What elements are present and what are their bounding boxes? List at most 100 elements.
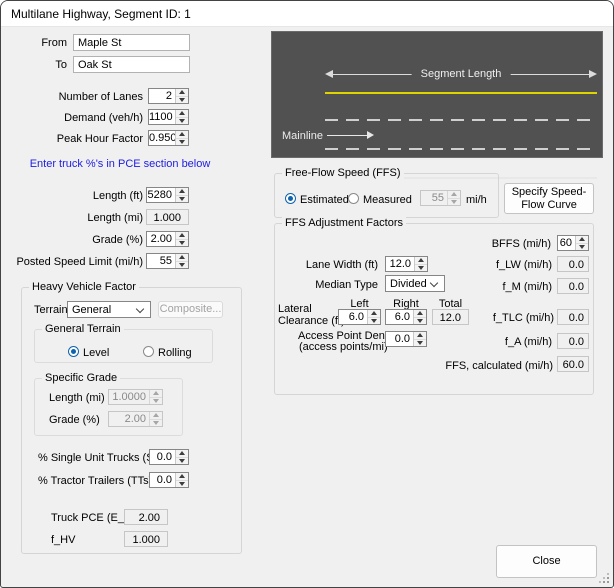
spinner-up-down-icon[interactable] xyxy=(413,310,426,324)
specific-grade-group: Specific Grade xyxy=(34,372,183,436)
lateral-left-spinner[interactable]: 6.0 xyxy=(338,309,381,325)
lanes-spinner[interactable]: 2 xyxy=(148,88,189,104)
median-type-value: Divided xyxy=(390,277,427,290)
composite-button[interactable]: Composite... xyxy=(158,301,223,318)
lateral-right-spinner[interactable]: 6.0 xyxy=(385,309,427,325)
fhv-field: 1.000 xyxy=(124,531,168,547)
phf-spinner[interactable]: 0.950 xyxy=(148,130,189,146)
title-bar: Multilane Highway, Segment ID: 1 xyxy=(1,1,613,27)
lane-line xyxy=(325,148,597,150)
phf-value: 0.950 xyxy=(149,132,175,144)
level-radio-label: Level xyxy=(83,347,110,359)
estimated-radio[interactable] xyxy=(285,193,296,204)
ffs-unit-label: mi/h xyxy=(466,194,487,206)
access-density-spinner[interactable]: 0.0 xyxy=(385,331,427,347)
tt-value: 0.0 xyxy=(156,474,172,486)
spinner-up-down-icon xyxy=(447,191,460,205)
median-type-label: Median Type xyxy=(315,279,378,291)
spinner-up-down-icon[interactable] xyxy=(175,89,188,103)
measured-radio[interactable] xyxy=(348,193,359,204)
truck-pce-field: 2.00 xyxy=(124,509,168,525)
grade-label: Grade (%) xyxy=(92,234,143,246)
posted-speed-spinner[interactable]: 55 xyxy=(146,253,189,269)
center-line xyxy=(325,92,597,94)
lane-line xyxy=(325,119,597,121)
rolling-radio-label: Rolling xyxy=(158,347,192,359)
length-ft-spinner[interactable]: 5280 xyxy=(146,187,189,203)
lateral-left-value: 6.0 xyxy=(348,311,364,323)
fa-field: 0.0 xyxy=(557,333,589,349)
sg-grade-value: 2.00 xyxy=(124,413,146,425)
ffs-adjustment-title: FFS Adjustment Factors xyxy=(282,217,406,230)
fa-label: f_A (mi/h) xyxy=(504,336,552,348)
rolling-radio[interactable] xyxy=(143,346,154,357)
close-button[interactable]: Close xyxy=(496,545,597,578)
multilane-highway-dialog: Multilane Highway, Segment ID: 1 From To… xyxy=(0,0,614,588)
to-field[interactable] xyxy=(73,56,190,73)
lane-width-label: Lane Width (ft) xyxy=(305,259,378,271)
ffs-group-title: Free-Flow Speed (FFS) xyxy=(282,167,404,180)
spinner-up-down-icon[interactable] xyxy=(367,310,380,324)
spinner-up-down-icon[interactable] xyxy=(175,450,188,464)
road-diagram: Segment Length Mainline xyxy=(271,31,603,179)
arrow-left-icon xyxy=(325,70,333,78)
sut-spinner[interactable]: 0.0 xyxy=(149,449,189,465)
ftlc-label: f_TLC (mi/h) xyxy=(492,312,554,324)
flw-field: 0.0 xyxy=(557,256,589,272)
spinner-up-down-icon[interactable] xyxy=(175,110,188,124)
length-ft-value: 5280 xyxy=(147,189,172,201)
lateral-right-value: 6.0 xyxy=(394,311,410,323)
terrain-select[interactable]: General xyxy=(67,301,151,318)
posted-speed-label: Posted Speed Limit (mi/h) xyxy=(16,256,143,268)
chevron-down-icon xyxy=(137,306,144,313)
spinner-up-down-icon[interactable] xyxy=(175,131,188,145)
access-density-value: 0.0 xyxy=(394,333,410,345)
terrain-label: Terrain xyxy=(34,304,68,316)
measured-speed-spinner: 55 xyxy=(420,190,461,206)
sut-value: 0.0 xyxy=(156,451,172,463)
lateral-clearance-label-line2: Clearance (ft) xyxy=(278,315,345,327)
ftlc-field: 0.0 xyxy=(557,309,589,325)
mainline-arrow-icon xyxy=(327,131,374,141)
tt-label: % Tractor Trailers (TTs) xyxy=(38,475,153,487)
arrow-right-icon xyxy=(589,70,597,78)
specify-speed-flow-button[interactable]: Specify Speed-Flow Curve xyxy=(504,183,594,214)
spinner-up-down-icon[interactable] xyxy=(575,236,588,250)
length-ft-label: Length (ft) xyxy=(92,190,143,202)
resize-grip-icon[interactable] xyxy=(600,574,610,584)
demand-label: Demand (veh/h) xyxy=(64,112,143,124)
spinner-up-down-icon[interactable] xyxy=(413,332,426,346)
demand-spinner[interactable]: 1100 xyxy=(148,109,189,125)
spinner-up-down-icon[interactable] xyxy=(175,473,188,487)
flw-label: f_LW (mi/h) xyxy=(495,259,552,271)
spinner-up-down-icon xyxy=(149,412,162,426)
bffs-spinner[interactable]: 60 xyxy=(557,235,589,251)
bffs-label: BFFS (mi/h) xyxy=(491,238,551,250)
lanes-label: Number of Lanes xyxy=(58,91,143,103)
sg-length-spinner: 1.0000 xyxy=(108,389,163,405)
grade-spinner[interactable]: 2.00 xyxy=(146,231,189,247)
spinner-up-down-icon[interactable] xyxy=(175,188,188,202)
lane-width-spinner[interactable]: 12.0 xyxy=(385,256,428,272)
from-field[interactable] xyxy=(73,34,190,51)
measured-radio-label: Measured xyxy=(363,194,412,206)
ffs-calculated-field: 60.0 xyxy=(557,356,589,372)
phf-label: Peak Hour Factor xyxy=(56,133,143,145)
estimated-radio-label: Estimated xyxy=(300,194,349,206)
mainline-label: Mainline xyxy=(282,130,323,142)
level-radio[interactable] xyxy=(68,346,79,357)
length-mi-label: Length (mi) xyxy=(87,212,143,224)
pce-note: Enter truck %'s in PCE section below xyxy=(29,158,211,170)
spinner-up-down-icon[interactable] xyxy=(414,257,427,271)
bffs-value: 60 xyxy=(559,237,572,249)
spinner-up-down-icon[interactable] xyxy=(175,254,188,268)
to-label: To xyxy=(55,59,67,71)
spinner-up-down-icon[interactable] xyxy=(175,232,188,246)
access-density-label-line2: (access points/mi) xyxy=(299,341,388,353)
posted-speed-value: 55 xyxy=(159,255,172,267)
lateral-clearance-label-line1: Lateral xyxy=(278,303,312,315)
tt-spinner[interactable]: 0.0 xyxy=(149,472,189,488)
grade-value: 2.00 xyxy=(150,233,172,245)
specific-grade-title: Specific Grade xyxy=(42,372,121,385)
lane-width-value: 12.0 xyxy=(389,258,411,270)
